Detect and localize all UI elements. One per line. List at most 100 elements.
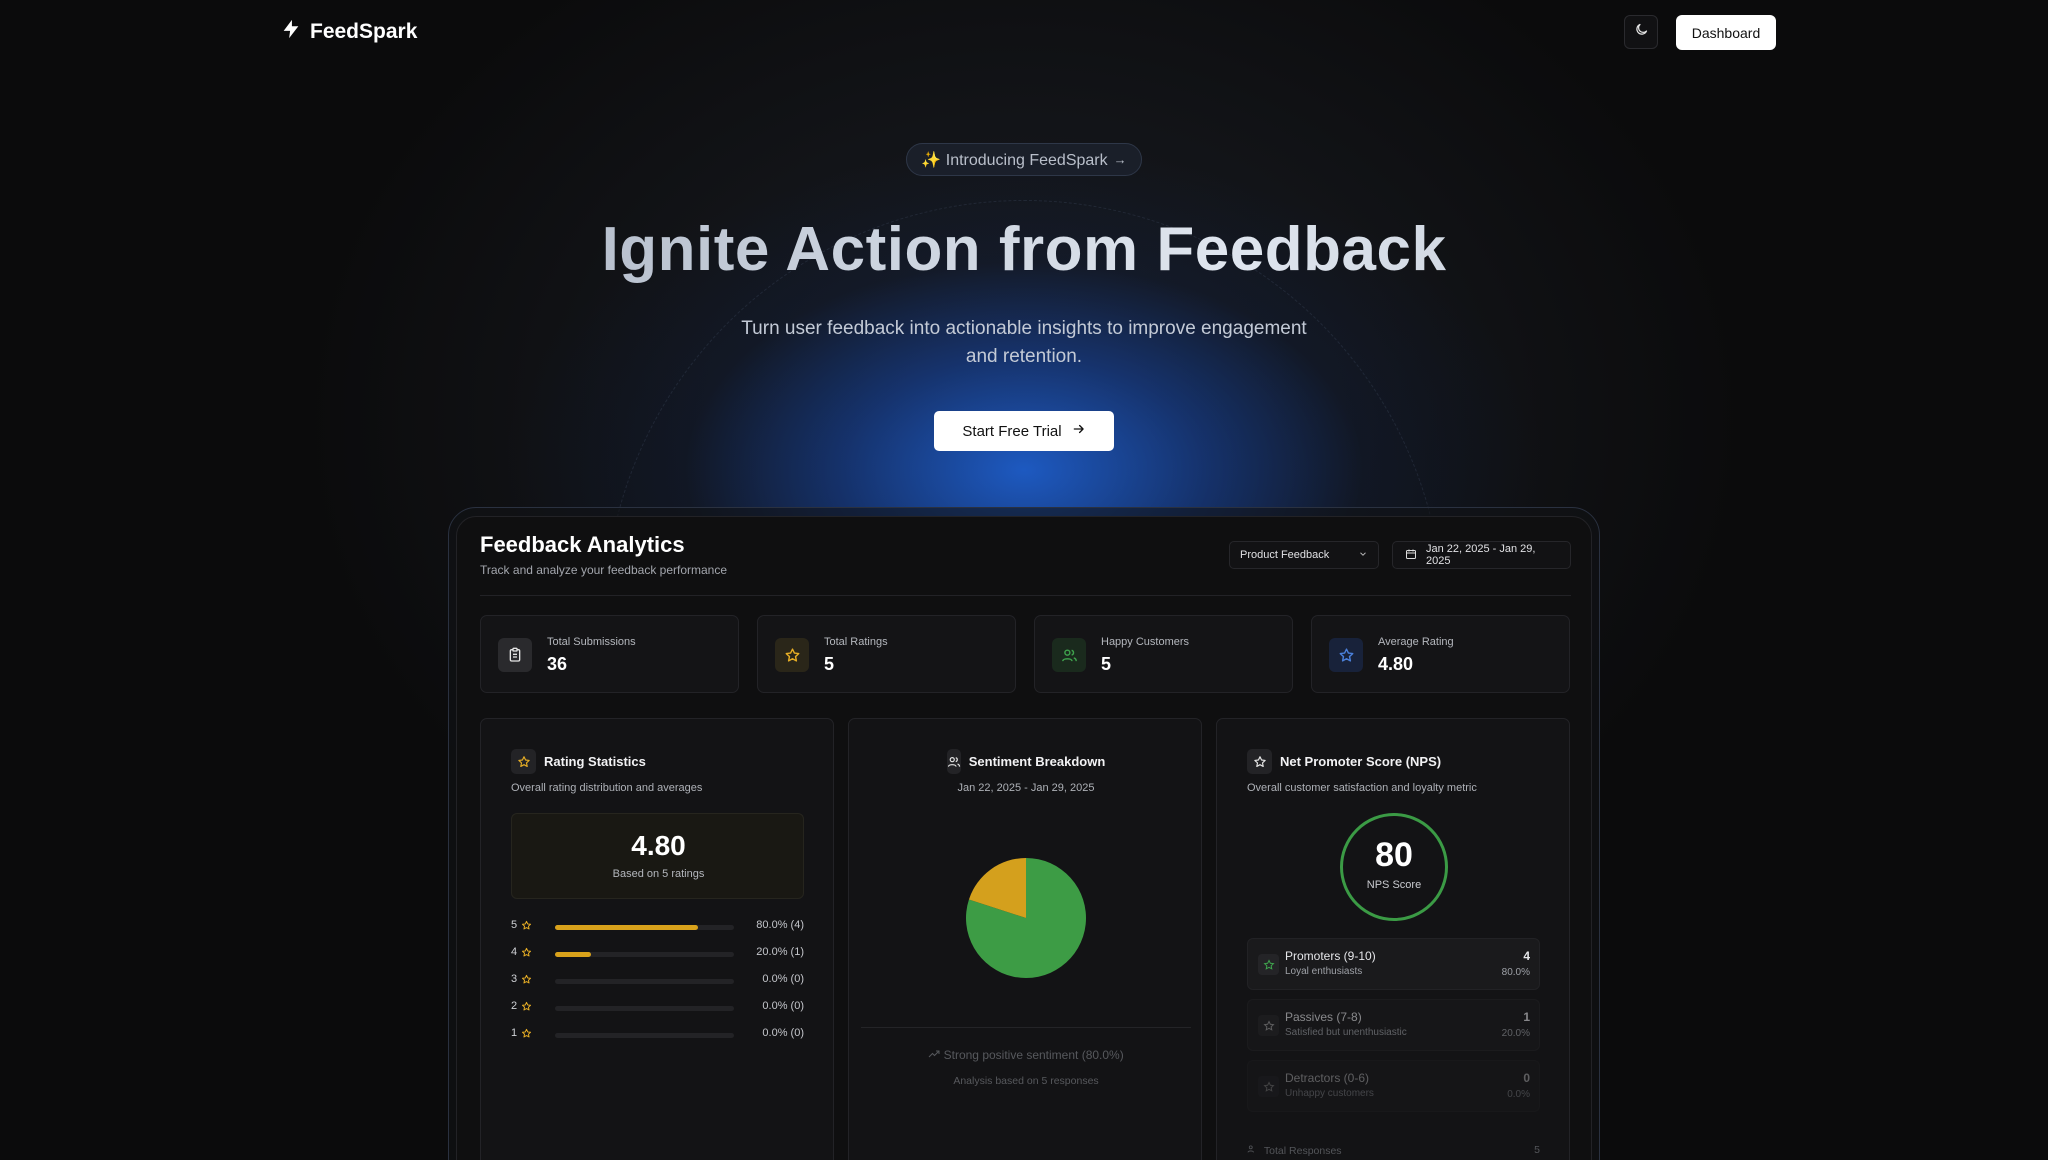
sentiment-summary-text: Strong positive sentiment (80.0%) [943,1048,1124,1062]
nps-row-count: 0 [1523,1071,1530,1085]
arrow-right-icon: → [1113,152,1127,167]
card-title: Net Promoter Score (NPS) [1280,754,1442,769]
nps-row-label: Promoters (9-10) [1285,949,1376,963]
rating-distribution-row: 4 20.0% (1) [511,946,804,962]
rating-statistics-card: Rating Statistics Overall rating distrib… [480,718,834,1160]
sentiment-basis: Analysis based on 5 responses [953,1075,1099,1087]
card-header: Sentiment Breakdown [946,749,1106,774]
rating-bar-track [555,979,734,984]
star-icon [1258,1076,1279,1097]
form-select[interactable]: Product Feedback [1229,541,1379,569]
card-subtitle: Overall customer satisfaction and loyalt… [1247,782,1477,794]
nps-promoters-row: Promoters (9-10) Loyal enthusiasts 4 80.… [1247,938,1540,990]
nps-row-label: Passives (7-8) [1285,1010,1362,1024]
lightning-icon [280,18,302,45]
sentiment-breakdown-card: Sentiment Breakdown Jan 22, 2025 - Jan 2… [848,718,1202,1160]
stat-label: Happy Customers [1101,636,1190,648]
trend-up-icon [928,1048,943,1062]
star-icon [521,974,532,988]
average-rating-value: 4.80 [631,830,686,861]
stat-label: Total Submissions [547,636,636,648]
star-icon [521,947,532,961]
nps-passives-row: Passives (7-8) Satisfied but unenthusias… [1247,999,1540,1051]
nps-detractors-row: Detractors (0-6) Unhappy customers 0 0.0… [1247,1060,1540,1112]
nps-row-sub: Loyal enthusiasts [1285,966,1363,977]
start-free-trial-button[interactable]: Start Free Trial [934,411,1114,451]
stat-label: Average Rating [1378,636,1454,648]
star-icon [1247,749,1272,774]
card-title: Rating Statistics [544,754,646,769]
rating-bar-fill [555,925,699,930]
hero-subtitle: Turn user feedback into actionable insig… [741,318,1307,367]
top-nav: FeedSpark Dashboard [0,0,2048,64]
nps-score-label: NPS Score [1366,879,1422,891]
moon-icon [1634,22,1649,42]
calendar-icon [1405,548,1417,563]
date-range-picker[interactable]: Jan 22, 2025 - Jan 29, 2025 [1392,541,1571,569]
star-icon [1329,638,1363,672]
rating-stars-number: 2 [511,1000,518,1012]
dashboard-button[interactable]: Dashboard [1676,15,1776,50]
star-icon [1258,954,1279,975]
card-title: Sentiment Breakdown [968,754,1106,769]
star-icon [1258,1015,1279,1036]
rating-distribution-row: 3 0.0% (0) [511,973,804,989]
brand-name: FeedSpark [310,19,418,43]
nps-row-count: 4 [1523,949,1530,963]
nps-row-pct: 0.0% [1507,1089,1530,1100]
brand-logo[interactable]: FeedSpark [280,18,417,45]
nps-total-value: 5 [1534,1144,1540,1156]
rating-stars-number: 5 [511,919,518,931]
average-rating-box: 4.80 Based on 5 ratings [511,813,804,899]
chevron-down-icon [1358,549,1368,562]
users-icon [946,749,961,774]
rating-bar-track [555,1033,734,1038]
rating-stars-number: 1 [511,1027,518,1039]
rating-distribution-row: 5 80.0% (4) [511,919,804,935]
stat-happy-customers: Happy Customers 5 [1034,615,1293,693]
arrow-right-icon [1072,422,1086,440]
ratings-count-label: Based on 5 ratings [612,868,705,880]
rating-percentage: 80.0% (4) [756,919,804,931]
card-header: Rating Statistics [511,749,646,774]
card-header: Net Promoter Score (NPS) [1247,749,1441,774]
nps-row-count: 1 [1523,1010,1530,1024]
rating-distribution-row: 1 0.0% (0) [511,1027,804,1043]
nps-row-label: Detractors (0-6) [1285,1071,1370,1085]
card-subtitle: Overall rating distribution and averages [511,782,703,794]
dashboard-subtitle: Track and analyze your feedback performa… [480,563,728,577]
rating-bar-track [555,1006,734,1011]
star-icon [775,638,809,672]
rating-bar-track [555,952,734,957]
sentiment-date-range: Jan 22, 2025 - Jan 29, 2025 [957,782,1095,794]
date-range-label: Jan 22, 2025 - Jan 29, 2025 [1426,543,1536,567]
dashboard-title: Feedback Analytics [480,532,685,557]
theme-toggle-button[interactable] [1624,15,1658,49]
rating-percentage: 0.0% (0) [762,1027,804,1039]
cta-label: Start Free Trial [962,422,1062,440]
nps-row-pct: 20.0% [1501,1028,1530,1039]
nps-total-responses: Total Responses 5 [1247,1144,1540,1158]
nps-card: Net Promoter Score (NPS) Overall custome… [1216,718,1570,1160]
rating-distribution-row: 2 0.0% (0) [511,1000,804,1016]
star-icon [511,749,536,774]
nps-score-ring: 80 NPS Score [1340,813,1448,921]
intro-pill-label: ✨ Introducing FeedSpark [921,151,1108,169]
rating-stars-number: 3 [511,973,518,985]
rating-percentage: 0.0% (0) [762,1000,804,1012]
sentiment-divider [861,1027,1191,1028]
sentiment-summary: Strong positive sentiment (80.0%) [849,1048,1203,1062]
nps-score-value: 80 [1375,836,1413,874]
stat-average-rating: Average Rating 4.80 [1311,615,1570,693]
stat-value: 5 [824,654,835,674]
stat-total-submissions: Total Submissions 36 [480,615,739,693]
stat-value: 36 [547,654,568,674]
intro-pill[interactable]: ✨ Introducing FeedSpark → [906,143,1142,176]
stat-value: 4.80 [1378,654,1414,674]
sentiment-pie-chart [966,858,1086,978]
rating-percentage: 0.0% (0) [762,973,804,985]
nps-row-sub: Satisfied but unenthusiastic [1285,1027,1407,1038]
star-icon [521,920,532,934]
form-select-value: Product Feedback [1240,549,1330,561]
stat-total-ratings: Total Ratings 5 [757,615,1016,693]
